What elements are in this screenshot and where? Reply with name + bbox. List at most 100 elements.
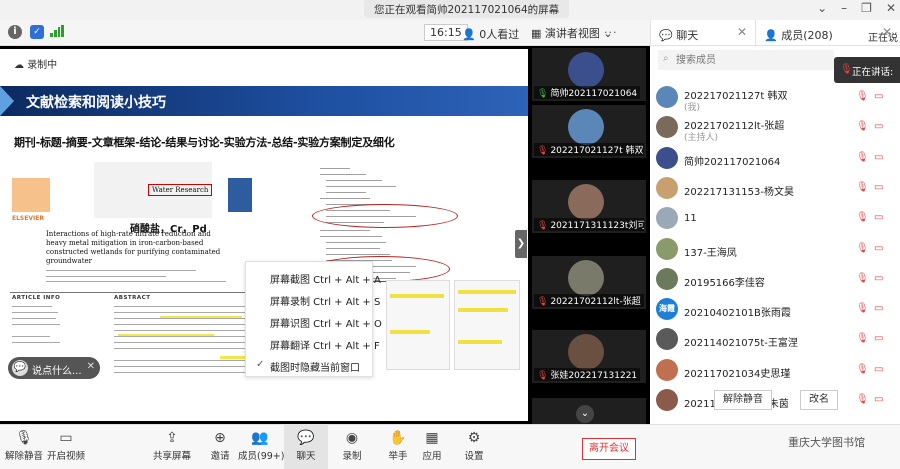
menu-item-screenshot[interactable]: 屏幕截图 Ctrl + Alt + A [246,268,381,288]
settings-button[interactable]: ⚙ 设置 [452,424,496,469]
mic-off-icon[interactable]: 🎙 [856,243,869,254]
mic-off-icon[interactable]: 🎙 [856,182,869,193]
video-tile[interactable]: 🎙 张娃202217131221 [532,330,646,383]
apps-button[interactable]: ▦ 应用 [410,424,454,469]
meeting-toolbar: i ✓ 16:15 👤 0人看过 ▦ 演讲者视图 ⌄ ··· [0,20,650,46]
invite-icon: ⊕ [214,430,226,446]
search-input[interactable] [676,50,826,70]
chat-button[interactable]: 💬 聊天 [284,424,328,469]
mic-off-icon[interactable]: 🎙 [856,394,869,405]
mic-off-icon: 🎙 [537,371,549,381]
journal-cover [228,178,252,212]
mic-off-icon[interactable]: 🎙 [856,91,869,102]
camera-off-icon[interactable]: ▭ [874,212,883,223]
shield-icon[interactable]: ✓ [30,25,44,39]
recording-badge: ☁ 录制中 [14,60,58,71]
view-mode-dropdown[interactable]: ▦ 演讲者视图 ⌄ [531,25,613,41]
scroll-down-icon[interactable]: ⌄ [576,405,594,423]
mic-off-icon[interactable]: 🎙 [856,121,869,132]
video-avatar [568,260,604,296]
camera-off-icon[interactable]: ▭ [874,273,883,284]
avatar [656,86,678,108]
mic-off-icon[interactable]: 🎙 [856,333,869,344]
camera-off-icon[interactable]: ▭ [874,243,883,254]
collapse-videos-handle[interactable]: ❯ [515,230,527,258]
camera-off-button[interactable]: ▭ 开启视频 [44,424,88,469]
camera-off-icon[interactable]: ▭ [874,91,883,102]
share-screen-icon: ⇪ [166,430,178,446]
camera-off-icon[interactable]: ▭ [874,152,883,163]
minimize-icon[interactable]: – [841,1,847,15]
video-tile[interactable]: 🎙2021171311123t刘可丽 [532,180,646,233]
avatar [656,389,678,411]
member-row[interactable]: 202114021075t-王富涅 🎙 ▭ [650,325,900,354]
menu-item-screen-record[interactable]: 屏幕录制 Ctrl + Alt + S [246,290,380,310]
menu-item-screen-ocr[interactable]: 屏幕识图 Ctrl + Alt + O [246,312,382,332]
member-row[interactable]: 简帅202117021064 🎙 ▭ [650,144,900,173]
camera-off-icon[interactable]: ▭ [874,121,883,132]
camera-off-icon[interactable]: ▭ [874,394,883,405]
close-icon[interactable]: ✕ [87,361,95,372]
bottombar-label: 成员(99+) [238,451,285,462]
chat-input-pill[interactable]: 💬 说点什么... ✕ [8,357,100,379]
members-button[interactable]: 👥 成员(99+) [238,424,285,469]
bottombar-label: 聊天 [296,451,316,462]
screenshot-context-menu: 屏幕截图 Ctrl + Alt + A 屏幕录制 Ctrl + Alt + S … [245,261,382,377]
journal-name: Water Research [148,184,213,196]
member-row[interactable]: 20221702112lt-张超 (主持人) 🎙 ▭ [650,113,900,143]
bottombar-label: 应用 [422,451,442,462]
mic-off-icon[interactable]: 🎙 [856,303,869,314]
record-button[interactable]: ◉ 录制 [330,424,374,469]
mic-off-icon[interactable]: 🎙 [856,364,869,375]
avatar [656,207,678,230]
member-row[interactable]: 202117021034史思瑾 🎙 ▭ [650,356,900,385]
member-row[interactable]: 202217131153-杨文昊 🎙 ▭ [650,174,900,203]
menu-item-screen-translate[interactable]: 屏幕翻译 Ctrl + Alt + F [246,334,380,354]
leave-meeting-button[interactable]: 离开会议 [582,438,636,460]
member-name: 20210402101B张雨霞 [684,308,791,320]
share-screen-button[interactable]: ⇪ 共享屏幕 [150,424,194,469]
member-row[interactable]: 20195166李佳容 🎙 ▭ [650,265,900,294]
menu-item-hide-window[interactable]: ✓ 截图时隐藏当前窗口 [246,356,374,376]
record-icon: ◉ [345,430,359,446]
close-icon[interactable]: ✕ [737,25,747,39]
invite-button[interactable]: ⊕ 邀请 [198,424,242,469]
signal-icon[interactable] [50,25,64,37]
member-name: 202114021075t-王富涅 [684,338,798,350]
collapse-icon[interactable]: ⌄ [817,1,827,15]
member-row[interactable]: 海霞 20210402101B张雨霞 🎙 ▭ [650,295,900,324]
mic-on-icon: 🎙 [537,89,549,99]
viewers-count[interactable]: 👤 0人看过 [462,26,519,42]
tab-chat[interactable]: 💬 聊天 ✕ [650,20,755,46]
more-icon[interactable]: ··· [604,26,618,39]
mic-off-button[interactable]: 🎙 解除静音 [2,424,46,469]
member-row[interactable]: 202217021127t 韩双 (我) 🎙 ▭ [650,83,900,113]
unmute-all-button[interactable]: 解除静音 [714,390,772,410]
rename-button[interactable]: 改名 [800,390,838,410]
member-row[interactable]: 202117021049+朱茵🎙▭ [650,386,900,415]
bottombar-label: 录制 [342,451,362,462]
video-tile[interactable]: 🎙 简帅202117021064 [532,48,646,101]
camera-off-icon[interactable]: ▭ [874,303,883,314]
member-row[interactable]: 11 🎙 ▭ [650,204,900,233]
window-controls: ⌄ – ❐ ✕ [817,1,896,15]
mic-off-icon[interactable]: 🎙 [856,273,869,284]
mic-off-icon[interactable]: 🎙 [856,152,869,163]
mic-off-icon[interactable]: 🎙 [856,212,869,223]
camera-off-icon[interactable]: ▭ [874,364,883,375]
mic-icon: 🎙 [840,64,853,75]
camera-off-icon[interactable]: ▭ [874,333,883,344]
video-tile[interactable]: 🎙 202217021127t 韩双 [532,105,646,158]
cloud-icon: ☁ [14,60,24,71]
member-row[interactable]: 137-王海凤 🎙 ▭ [650,235,900,264]
info-icon[interactable]: i [8,25,22,39]
bottombar-label: 开启视频 [46,451,85,462]
avatar [656,267,678,290]
maximize-icon[interactable]: ❐ [861,1,872,15]
video-tile[interactable]: 🎙 20221702112lt-张超 [532,256,646,309]
camera-off-icon[interactable]: ▭ [874,182,883,193]
top-banner: 您正在观看简帅202117021064的屏幕 ⌄ – ❐ ✕ [0,0,900,20]
close-icon[interactable]: ✕ [886,1,896,15]
member-search[interactable]: ⌕ [658,50,834,70]
viewers-icon: 👤 [462,28,476,41]
